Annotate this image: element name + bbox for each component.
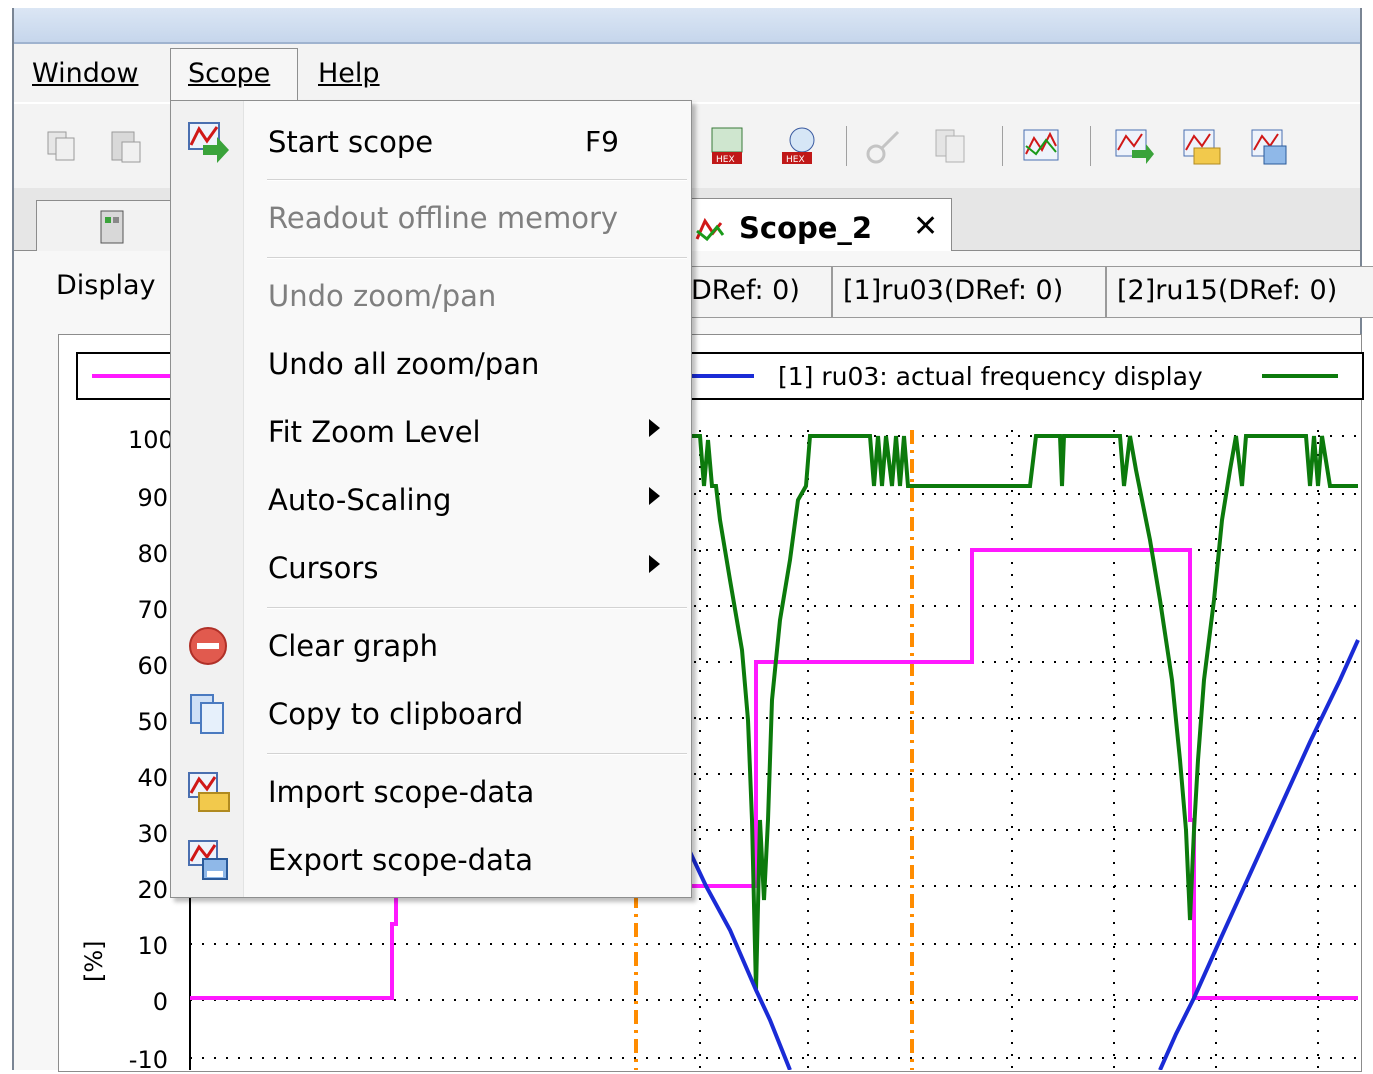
copy-icon: [190, 694, 224, 734]
menu-export-scope-data-label: Export scope-data: [268, 843, 533, 877]
scope-dropdown-menu: Start scope F9 Readout offline memory Un…: [170, 100, 692, 898]
menu-separator: [267, 179, 687, 181]
menu-fit-zoom-level[interactable]: Fit Zoom Level: [171, 401, 691, 461]
menu-cursors-label: Cursors: [268, 551, 379, 585]
submenu-arrow-icon: [649, 555, 660, 573]
application-window: Window Scope Help HEX HEX Scope_2 ✕ Disp…: [0, 0, 1373, 1074]
start-scope-icon: [188, 122, 229, 163]
menu-fit-zoom-level-label: Fit Zoom Level: [268, 415, 481, 449]
menu-clear-graph[interactable]: Clear graph: [171, 615, 691, 675]
menu-import-scope-data-label: Import scope-data: [268, 775, 535, 809]
clear-graph-icon: [189, 627, 227, 665]
menu-readout-offline-memory-label: Readout offline memory: [268, 201, 619, 235]
menu-export-scope-data[interactable]: Export scope-data: [171, 829, 691, 889]
import-icon: [188, 772, 230, 812]
menu-auto-scaling[interactable]: Auto-Scaling: [171, 469, 691, 529]
menu-copy-to-clipboard-label: Copy to clipboard: [268, 697, 524, 731]
menu-start-scope[interactable]: Start scope F9: [171, 111, 691, 171]
menu-start-scope-label: Start scope: [268, 125, 434, 159]
menu-clear-graph-label: Clear graph: [268, 629, 438, 663]
submenu-arrow-icon: [649, 487, 660, 505]
green-series-line: [690, 434, 1358, 991]
menu-undo-zoom-pan[interactable]: Undo zoom/pan: [171, 265, 691, 325]
menu-import-scope-data[interactable]: Import scope-data: [171, 761, 691, 821]
menu-auto-scaling-label: Auto-Scaling: [268, 483, 452, 517]
menu-separator: [267, 753, 687, 755]
menu-cursors[interactable]: Cursors: [171, 537, 691, 597]
menu-separator: [267, 257, 687, 259]
menu-readout-offline-memory[interactable]: Readout offline memory: [171, 187, 691, 247]
menu-separator: [267, 607, 687, 609]
menu-start-scope-shortcut: F9: [585, 125, 619, 158]
menu-undo-zoom-pan-label: Undo zoom/pan: [268, 279, 497, 313]
menu-undo-all-zoom-pan-label: Undo all zoom/pan: [268, 347, 540, 381]
export-icon: [188, 840, 228, 880]
menu-undo-all-zoom-pan[interactable]: Undo all zoom/pan: [171, 333, 691, 393]
submenu-arrow-icon: [649, 419, 660, 437]
menu-copy-to-clipboard[interactable]: Copy to clipboard: [171, 683, 691, 743]
